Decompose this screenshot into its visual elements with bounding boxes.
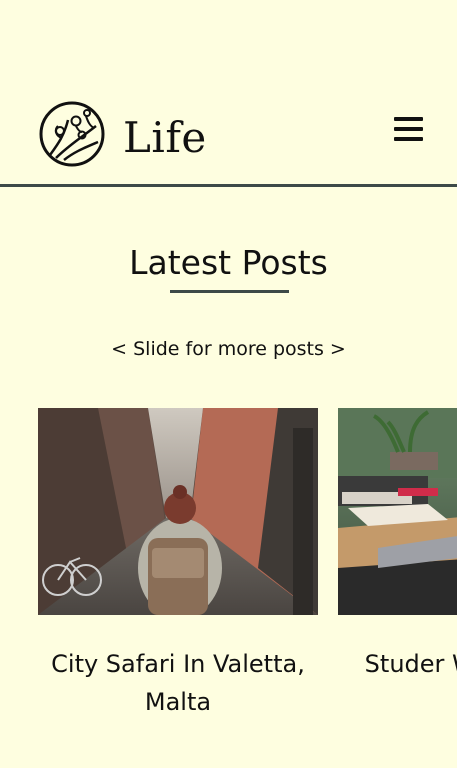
- brand-name[interactable]: Life: [123, 112, 207, 164]
- hamburger-bar: [394, 127, 423, 131]
- hamburger-menu-icon: [394, 117, 423, 121]
- post-card[interactable]: Studer Wit: [338, 408, 457, 707]
- post-image-street[interactable]: [38, 408, 318, 615]
- hamburger-bar: [394, 137, 423, 141]
- menu-button[interactable]: [392, 114, 426, 144]
- header-divider: [0, 184, 457, 187]
- posts-carousel[interactable]: City Safari In Valetta, Malta Studer: [38, 408, 457, 738]
- post-image-desk[interactable]: [338, 408, 457, 615]
- site-header: Life: [0, 0, 457, 187]
- tree-circle-icon[interactable]: [38, 100, 106, 168]
- post-title[interactable]: City Safari In Valetta, Malta: [38, 645, 318, 721]
- post-title[interactable]: Studer Wit: [338, 645, 457, 683]
- post-card[interactable]: City Safari In Valetta, Malta: [38, 408, 318, 738]
- slide-hint: < Slide for more posts >: [111, 338, 346, 360]
- section-title: Latest Posts: [129, 243, 328, 282]
- title-underline: [170, 290, 289, 293]
